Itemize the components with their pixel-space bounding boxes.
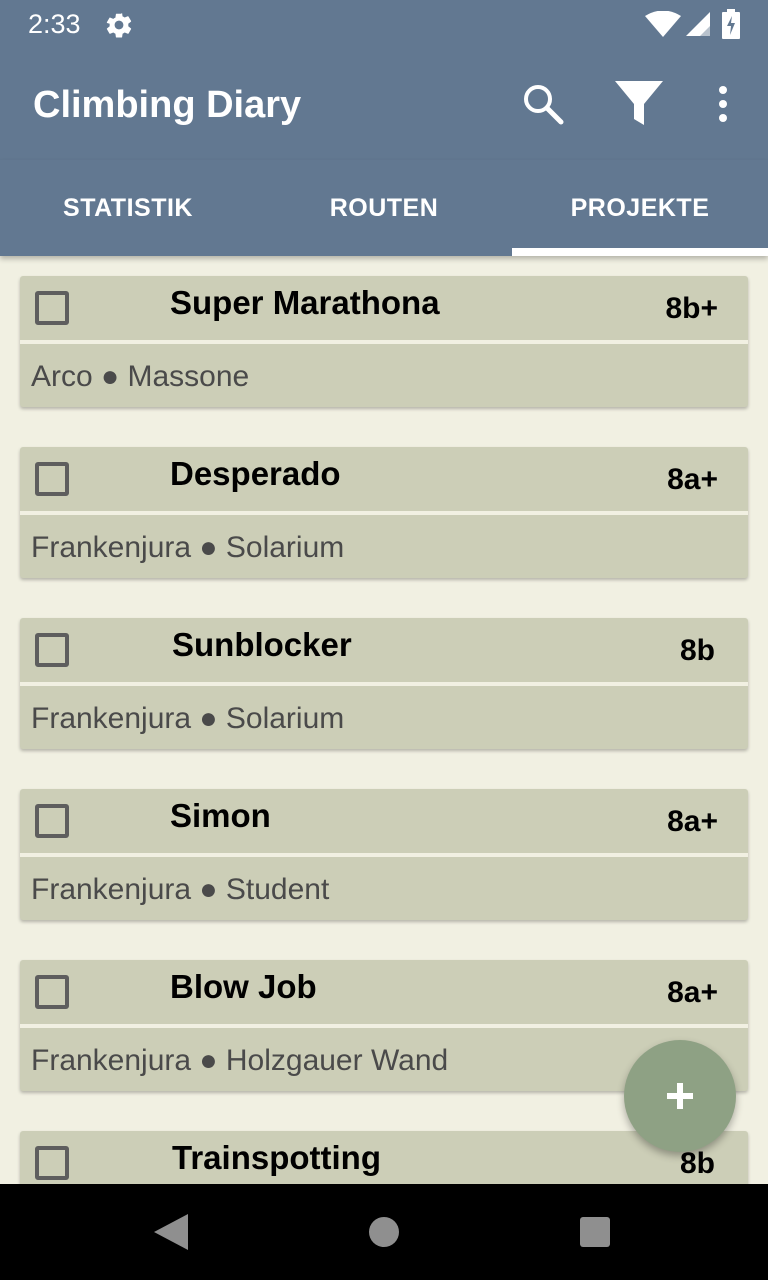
card-divider — [20, 511, 748, 515]
search-icon[interactable] — [522, 83, 564, 125]
route-card[interactable]: Super Marathona 8b+ Arco ● Massone — [20, 276, 748, 407]
project-list[interactable]: Super Marathona 8b+ Arco ● Massone Despe… — [0, 256, 768, 1184]
route-card-header — [20, 1131, 748, 1184]
card-divider — [20, 340, 748, 344]
route-location: Frankenjura ● Student — [31, 873, 330, 906]
route-checkbox[interactable] — [35, 975, 69, 1009]
route-name: Desperado — [170, 455, 341, 492]
route-checkbox[interactable] — [35, 462, 69, 496]
gear-icon — [106, 13, 132, 38]
back-icon[interactable] — [154, 1214, 188, 1250]
route-location: Frankenjura ● Holzgauer Wand — [31, 1044, 449, 1077]
add-project-button[interactable] — [624, 1040, 736, 1152]
app-title: Climbing Diary — [33, 84, 302, 126]
card-divider — [20, 682, 748, 686]
route-location: Frankenjura ● Solarium — [31, 702, 345, 735]
route-card[interactable]: Trainspotting 8b — [20, 1131, 748, 1184]
route-card[interactable]: Desperado 8a+ Frankenjura ● Solarium — [20, 447, 748, 578]
route-name: Simon — [170, 797, 271, 834]
route-card[interactable]: Sunblocker 8b Frankenjura ● Solarium — [20, 618, 748, 749]
route-name: Sunblocker — [172, 626, 352, 663]
tab-projekte[interactable]: PROJEKTE — [512, 160, 768, 256]
wifi-icon — [645, 11, 681, 37]
card-divider — [20, 1024, 748, 1028]
route-card-header — [20, 447, 748, 511]
route-grade: 8a+ — [667, 805, 718, 838]
route-grade: 8b+ — [665, 292, 718, 325]
route-grade: 8a+ — [667, 463, 718, 496]
navigation-bar — [0, 1184, 768, 1280]
tab-label: ROUTEN — [329, 193, 439, 222]
route-checkbox[interactable] — [35, 291, 69, 325]
route-location: Frankenjura ● Solarium — [31, 531, 345, 564]
route-name: Trainspotting — [172, 1139, 381, 1176]
route-card-header — [20, 960, 748, 1024]
recents-icon[interactable] — [580, 1217, 610, 1247]
route-checkbox[interactable] — [35, 804, 69, 838]
app-bar: Climbing Diary — [0, 50, 768, 160]
route-grade: 8b — [679, 1147, 715, 1180]
tab-routen[interactable]: ROUTEN — [256, 160, 512, 256]
tab-statistik[interactable]: STATISTIK — [0, 160, 256, 256]
route-grade: 8b — [679, 634, 715, 667]
route-grade: 8a+ — [667, 976, 718, 1009]
selected-tab-indicator — [512, 248, 768, 256]
route-location: Arco ● Massone — [31, 360, 250, 393]
tab-label: PROJEKTE — [570, 193, 710, 222]
route-name: Blow Job — [170, 968, 317, 1005]
more-vert-icon[interactable] — [710, 84, 736, 124]
route-card[interactable]: Simon 8a+ Frankenjura ● Student — [20, 789, 748, 920]
tab-bar: STATISTIK ROUTEN PROJEKTE — [0, 160, 768, 256]
status-time: 2:33 — [28, 9, 81, 39]
route-checkbox[interactable] — [35, 1146, 69, 1180]
route-card-header — [20, 618, 748, 682]
cell-signal-icon — [686, 12, 710, 36]
route-card-header — [20, 789, 748, 853]
filter-icon[interactable] — [612, 78, 666, 128]
card-divider — [20, 853, 748, 857]
status-bar: 2:33 — [0, 0, 768, 50]
home-icon[interactable] — [369, 1217, 399, 1247]
battery-charging-icon — [722, 9, 740, 39]
route-checkbox[interactable] — [35, 633, 69, 667]
route-name: Super Marathona — [170, 284, 440, 321]
tab-label: STATISTIK — [63, 193, 193, 222]
plus-icon — [667, 1083, 693, 1109]
